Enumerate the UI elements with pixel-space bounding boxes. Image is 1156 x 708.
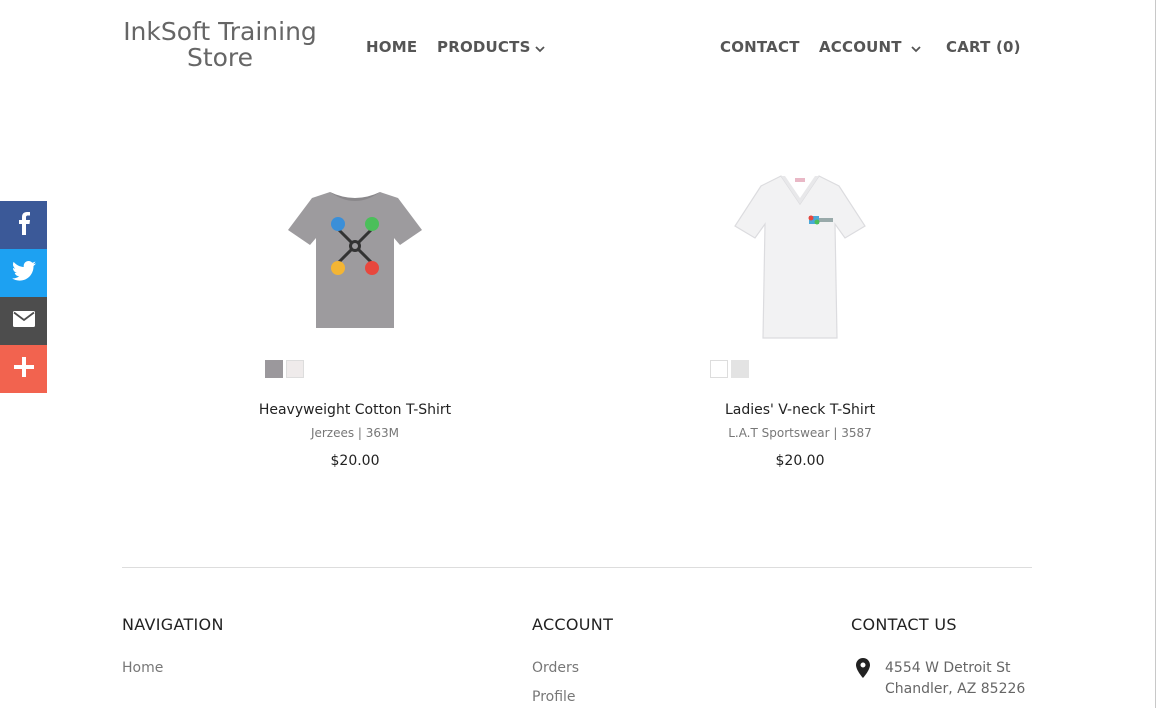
more-share-button[interactable]	[0, 345, 47, 393]
product-brand: Jerzees | 363M	[310, 426, 400, 440]
nav-cart-label: CART (0)	[946, 38, 1021, 56]
map-pin-icon	[856, 658, 870, 683]
twitter-share-button[interactable]	[0, 249, 47, 297]
nav-contact[interactable]: CONTACT	[720, 38, 800, 56]
nav-products-label: PRODUCTS	[437, 38, 531, 56]
social-share-bar	[0, 201, 47, 393]
nav-home[interactable]: HOME	[366, 38, 417, 56]
address-line-2: Chandler, AZ 85226	[885, 681, 1026, 697]
chevron-down-icon	[911, 39, 921, 57]
product-price: $20.00	[775, 453, 825, 469]
nav-cart[interactable]: CART (0)	[946, 38, 1021, 56]
address-line-1: 4554 W Detroit St	[885, 660, 1011, 676]
footer-contact-heading: CONTACT US	[851, 615, 957, 634]
product-card[interactable]: Ladies' V-neck T-Shirt L.A.T Sportswear …	[650, 160, 950, 469]
store-logo[interactable]: InkSoft Training Store	[120, 19, 320, 71]
footer-link-orders[interactable]: Orders	[532, 660, 579, 676]
footer-navigation-heading: NAVIGATION	[122, 615, 224, 634]
plus-icon	[13, 356, 34, 382]
facebook-icon	[17, 211, 31, 240]
color-swatch-gray[interactable]	[265, 360, 283, 378]
logo-line-2: Store	[186, 43, 254, 72]
footer-divider	[122, 567, 1032, 568]
footer-link-profile[interactable]: Profile	[532, 689, 576, 705]
email-share-button[interactable]	[0, 297, 47, 345]
contact-address: 4554 W Detroit St Chandler, AZ 85226	[885, 658, 1025, 700]
footer-account-heading: ACCOUNT	[532, 615, 614, 634]
color-swatch-white[interactable]	[710, 360, 728, 378]
nav-home-label: HOME	[366, 38, 418, 56]
product-price: $20.00	[330, 453, 380, 469]
color-swatch-light-gray[interactable]	[731, 360, 749, 378]
email-icon	[12, 310, 35, 332]
facebook-share-button[interactable]	[0, 201, 47, 249]
twitter-icon	[11, 260, 36, 286]
product-name[interactable]: Ladies' V-neck T-Shirt	[650, 402, 950, 418]
product-card[interactable]: Heavyweight Cotton T-Shirt Jerzees | 363…	[205, 160, 505, 469]
product-name[interactable]: Heavyweight Cotton T-Shirt	[205, 402, 505, 418]
footer-link-home[interactable]: Home	[122, 660, 163, 676]
color-swatch-white[interactable]	[286, 360, 304, 378]
logo-line-1: InkSoft Training	[123, 17, 317, 46]
nav-products[interactable]: PRODUCTS	[437, 38, 545, 57]
product-image[interactable]	[205, 160, 505, 340]
nav-account[interactable]: ACCOUNT	[819, 38, 921, 57]
product-brand: L.A.T Sportswear | 3587	[728, 426, 872, 440]
nav-account-label: ACCOUNT	[819, 38, 902, 56]
nav-contact-label: CONTACT	[720, 38, 800, 56]
product-image[interactable]	[650, 160, 950, 340]
chevron-down-icon	[534, 39, 545, 57]
